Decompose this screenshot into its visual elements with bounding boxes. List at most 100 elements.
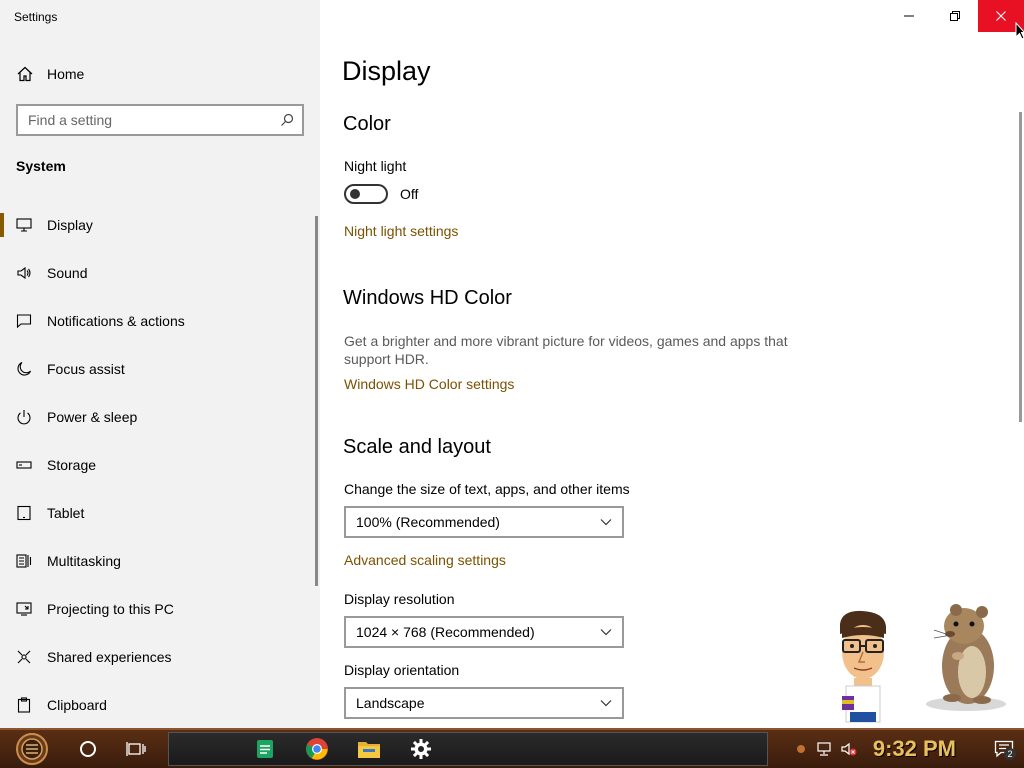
- sidebar-item-shared-experiences[interactable]: Shared experiences: [0, 633, 316, 681]
- speaker-icon: [17, 266, 31, 280]
- orientation-value: Landscape: [356, 695, 425, 711]
- home-link[interactable]: Home: [16, 62, 84, 86]
- cortana-circle-icon: [80, 741, 96, 757]
- taskbar-apps: [168, 732, 768, 766]
- resolution-value: 1024 × 768 (Recommended): [356, 624, 535, 640]
- sidebar-item-tablet[interactable]: Tablet: [0, 489, 316, 537]
- chrome-app[interactable]: [291, 732, 343, 766]
- action-center-button[interactable]: 2: [984, 730, 1024, 768]
- main-scrollbar[interactable]: [1019, 112, 1022, 422]
- sidebar-item-storage[interactable]: Storage: [0, 441, 316, 489]
- toggle-knob: [350, 189, 360, 199]
- sidebar-item-label: Power & sleep: [47, 409, 138, 425]
- sidebar-item-power-sleep[interactable]: Power & sleep: [0, 393, 316, 441]
- sidebar-item-label: Sound: [47, 265, 88, 281]
- color-heading: Color: [343, 113, 391, 135]
- cartoon-man-mascot-icon[interactable]: [832, 608, 894, 726]
- mouse-cursor-icon: [1015, 22, 1024, 40]
- resolution-dropdown[interactable]: 1024 × 768 (Recommended): [344, 616, 624, 648]
- network-icon: [817, 742, 831, 756]
- start-button[interactable]: [0, 730, 64, 768]
- window-caption-buttons: [886, 0, 1024, 32]
- minimize-button[interactable]: [886, 0, 932, 32]
- night-light-toggle[interactable]: [344, 184, 388, 204]
- sidebar-item-label: Notifications & actions: [47, 313, 185, 329]
- sidebar-item-focus-assist[interactable]: Focus assist: [0, 345, 316, 393]
- restore-button[interactable]: [932, 0, 978, 32]
- steampunk-start-icon: [16, 733, 48, 765]
- sidebar-item-label: Multitasking: [47, 553, 121, 569]
- chevron-down-icon: [600, 700, 612, 707]
- taskbar: 9:32 PM 2: [0, 728, 1024, 768]
- sidebar-item-notifications[interactable]: Notifications & actions: [0, 297, 316, 345]
- scale-dropdown[interactable]: 100% (Recommended): [344, 506, 624, 538]
- multitasking-icon: [16, 554, 32, 568]
- sidebar-item-label: Focus assist: [47, 361, 125, 377]
- sidebar-item-sound[interactable]: Sound: [0, 249, 316, 297]
- night-light-label: Night light: [344, 158, 407, 174]
- search-box[interactable]: [16, 104, 304, 136]
- sidebar-item-label: Tablet: [47, 505, 85, 521]
- scale-value: 100% (Recommended): [356, 514, 500, 530]
- chevron-down-icon: [600, 629, 612, 636]
- chrome-icon: [306, 738, 328, 760]
- sidebar-nav: Display Sound Notifications & actions Fo…: [0, 201, 316, 729]
- night-light-settings-link[interactable]: Night light settings: [344, 223, 458, 239]
- home-label: Home: [47, 66, 85, 82]
- cortana-button[interactable]: [64, 730, 112, 768]
- sidebar: Settings Home System Display Sound Notif…: [0, 0, 320, 728]
- advanced-scaling-link[interactable]: Advanced scaling settings: [344, 552, 506, 568]
- file-explorer-app[interactable]: [343, 732, 395, 766]
- night-light-toggle-row: Off: [344, 184, 418, 204]
- hd-color-description: Get a brighter and more vibrant picture …: [344, 333, 788, 367]
- tray-overflow-button[interactable]: [789, 730, 813, 768]
- taskbar-clock[interactable]: 9:32 PM: [873, 736, 956, 762]
- tray-gem-icon: [796, 745, 805, 753]
- sidebar-item-label: Shared experiences: [47, 649, 172, 665]
- sidebar-item-label: Display: [47, 217, 93, 233]
- restore-icon: [950, 11, 960, 21]
- sidebar-item-label: Clipboard: [47, 697, 107, 713]
- storage-icon: [16, 461, 32, 469]
- sidebar-item-clipboard[interactable]: Clipboard: [0, 681, 316, 729]
- search-input[interactable]: [28, 112, 280, 128]
- settings-app[interactable]: [395, 732, 447, 766]
- resolution-label: Display resolution: [344, 591, 455, 607]
- hamster-mascot-icon[interactable]: [922, 600, 1008, 712]
- notification-icon: [16, 314, 32, 329]
- moon-icon: [17, 361, 32, 376]
- sidebar-item-label: Storage: [47, 457, 97, 473]
- minimize-icon: [904, 15, 914, 17]
- sidebar-item-multitasking[interactable]: Multitasking: [0, 537, 316, 585]
- system-tray: 9:32 PM 2: [789, 730, 1024, 768]
- scale-layout-heading: Scale and layout: [343, 436, 491, 458]
- window-title: Settings: [14, 10, 58, 24]
- hd-color-settings-link[interactable]: Windows HD Color settings: [344, 376, 514, 392]
- hd-color-heading: Windows HD Color: [343, 287, 512, 309]
- sidebar-item-label: Projecting to this PC: [47, 601, 174, 617]
- power-icon: [17, 410, 31, 425]
- tablet-icon: [17, 505, 31, 521]
- notification-count-badge: 2: [1004, 748, 1016, 760]
- clipboard-icon: [17, 697, 31, 713]
- settings-gear-icon: [411, 739, 431, 759]
- section-label-system: System: [16, 158, 66, 174]
- sheets-app[interactable]: [239, 732, 291, 766]
- task-view-button[interactable]: [112, 730, 160, 768]
- home-icon: [17, 66, 33, 82]
- volume-button[interactable]: [837, 730, 861, 768]
- search-icon[interactable]: [280, 113, 294, 127]
- sidebar-item-display[interactable]: Display: [0, 201, 316, 249]
- network-button[interactable]: [813, 730, 837, 768]
- main-content: Display Color Night light Off Night ligh…: [320, 0, 1024, 728]
- orientation-label: Display orientation: [344, 662, 460, 678]
- sidebar-scrollbar[interactable]: [315, 216, 318, 586]
- sidebar-item-projecting[interactable]: Projecting to this PC: [0, 585, 316, 633]
- shared-icon: [17, 650, 31, 664]
- orientation-dropdown[interactable]: Landscape: [344, 687, 624, 719]
- chevron-down-icon: [600, 519, 612, 526]
- projector-icon: [16, 602, 32, 616]
- monitor-icon: [16, 218, 32, 232]
- sheets-icon: [257, 740, 273, 758]
- size-label: Change the size of text, apps, and other…: [344, 481, 630, 497]
